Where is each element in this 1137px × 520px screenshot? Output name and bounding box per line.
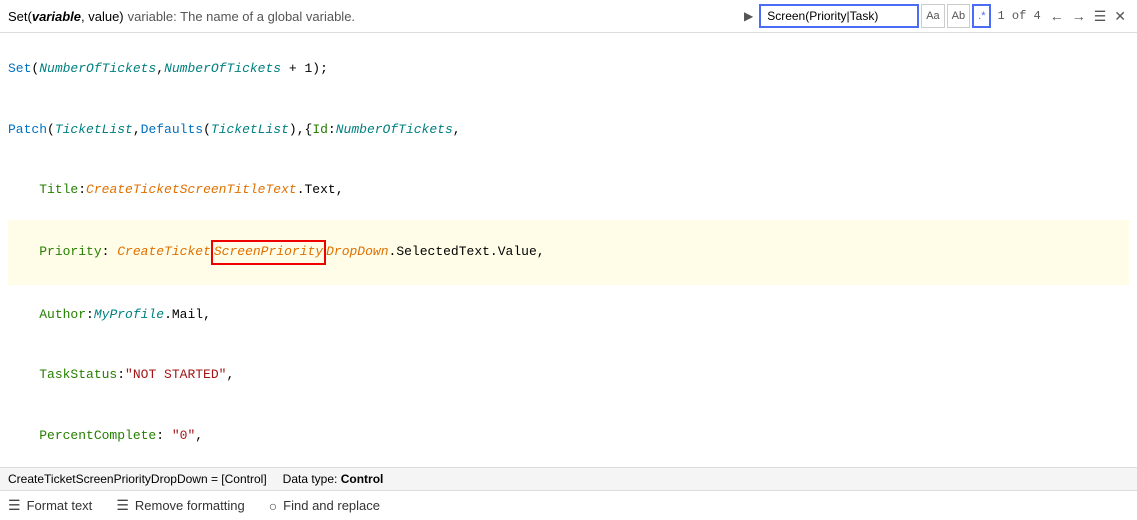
remove-formatting-button[interactable]: ☰ Remove formatting bbox=[116, 497, 244, 514]
status-data-type: Data type: Control bbox=[283, 472, 384, 486]
code-line-3: Title:CreateTicketScreenTitleText.Text, bbox=[8, 160, 1129, 220]
search-close-button[interactable]: ✕ bbox=[1111, 8, 1129, 25]
status-bar: CreateTicketScreenPriorityDropDown = [Co… bbox=[0, 467, 1137, 490]
code-line-5: Author:MyProfile.Mail, bbox=[8, 285, 1129, 345]
search-input[interactable] bbox=[759, 4, 919, 28]
format-text-icon: ☰ bbox=[8, 497, 21, 514]
find-replace-label: Find and replace bbox=[283, 498, 380, 513]
format-text-button[interactable]: ☰ Format text bbox=[8, 497, 92, 514]
search-prev-button[interactable]: ← bbox=[1047, 8, 1067, 24]
find-replace-icon: ○ bbox=[269, 498, 277, 514]
code-line-1: Set(NumberOfTickets,NumberOfTickets + 1)… bbox=[8, 39, 1129, 99]
header-bar: Set(variable, value) variable: The name … bbox=[0, 0, 1137, 33]
bottom-toolbar: ☰ Format text ☰ Remove formatting ○ Find… bbox=[0, 490, 1137, 520]
code-line-4: Priority: CreateTicketScreenPriorityDrop… bbox=[8, 220, 1129, 284]
header-set-text: Set(variable, value) bbox=[8, 9, 124, 24]
search-whole-word-button[interactable]: Ab bbox=[947, 4, 970, 28]
search-regex-button[interactable]: .* bbox=[972, 4, 991, 28]
search-toolbar: ▶ Aa Ab .* 1 of 4 ← → ☰ ✕ bbox=[740, 4, 1129, 28]
find-replace-button[interactable]: ○ Find and replace bbox=[269, 498, 380, 514]
code-line-6: TaskStatus:"NOT STARTED", bbox=[8, 345, 1129, 405]
code-line-8: Created:Now(), bbox=[8, 466, 1129, 467]
set-keyword: Set( bbox=[8, 9, 32, 24]
editor-area[interactable]: Set(NumberOfTickets,NumberOfTickets + 1)… bbox=[0, 33, 1137, 467]
variable-param: variable bbox=[32, 9, 81, 24]
status-control-expr: CreateTicketScreenPriorityDropDown = [Co… bbox=[8, 472, 267, 486]
search-case-button[interactable]: Aa bbox=[921, 4, 944, 28]
code-line-2: Patch(TicketList,Defaults(TicketList),{I… bbox=[8, 99, 1129, 159]
header-description: variable: The name of a global variable. bbox=[128, 9, 355, 24]
search-collapse-button[interactable]: ▶ bbox=[740, 7, 757, 25]
search-menu-button[interactable]: ☰ bbox=[1091, 8, 1110, 25]
format-text-label: Format text bbox=[27, 498, 93, 513]
search-next-button[interactable]: → bbox=[1069, 8, 1089, 24]
remove-formatting-icon: ☰ bbox=[116, 497, 129, 514]
remove-formatting-label: Remove formatting bbox=[135, 498, 245, 513]
code-line-7: PercentComplete: "0", bbox=[8, 406, 1129, 466]
search-count: 1 of 4 bbox=[993, 9, 1044, 23]
set-rest: , value) bbox=[81, 9, 124, 24]
